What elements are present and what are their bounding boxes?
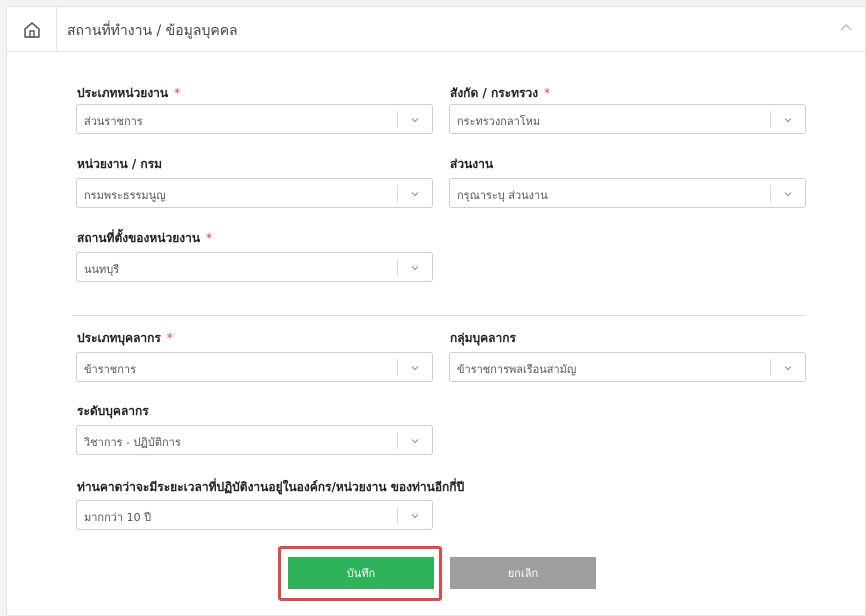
location-value: นนทบุรี — [84, 263, 120, 276]
select-separator — [770, 359, 771, 376]
expected-years-select[interactable]: มากกว่า 10 ปี — [76, 500, 433, 530]
required-mark: * — [544, 86, 551, 100]
personnel-group-value: ข้าราชการพลเรือนสามัญ — [457, 363, 577, 376]
division-select[interactable]: กรุณาระบุ ส่วนงาน — [449, 178, 806, 208]
chevron-down-icon — [411, 192, 419, 197]
division-label: ส่วนงาน — [450, 157, 494, 171]
required-mark: * — [206, 231, 213, 245]
select-separator — [397, 359, 398, 376]
ministry-select[interactable]: กระทรวงกลาโหม — [449, 104, 806, 134]
department-select[interactable]: กรมพระธรรมนูญ — [76, 178, 433, 208]
select-separator — [397, 432, 398, 449]
personnel-level-value: วิชาการ - ปฏิบัติการ — [84, 436, 181, 449]
select-separator — [770, 111, 771, 128]
personnel-type-label: ประเภทบุคลากร * — [77, 331, 173, 345]
expected-years-value: มากกว่า 10 ปี — [84, 511, 152, 524]
select-separator — [397, 185, 398, 202]
required-mark: * — [166, 331, 173, 345]
location-select[interactable]: นนทบุรี — [76, 252, 433, 282]
chevron-down-icon — [784, 118, 792, 123]
department-label: หน่วยงาน / กรม — [77, 157, 163, 171]
select-separator — [770, 185, 771, 202]
personnel-level-select[interactable]: วิชาการ - ปฏิบัติการ — [76, 425, 433, 455]
chevron-down-icon — [411, 514, 419, 519]
division-value: กรุณาระบุ ส่วนงาน — [457, 189, 548, 202]
personnel-group-label: กลุ่มบุคลากร — [450, 331, 516, 345]
select-separator — [397, 111, 398, 128]
panel-header[interactable]: สถานที่ทำงาน / ข้อมูลบุคคล — [7, 7, 865, 52]
personnel-group-select[interactable]: ข้าราชการพลเรือนสามัญ — [449, 352, 806, 382]
ministry-label: สังกัด / กระทรวง * — [450, 86, 551, 100]
chevron-down-icon — [411, 439, 419, 444]
org-type-select[interactable]: ส่วนราชการ — [76, 104, 433, 134]
personnel-type-value: ข้าราชการ — [84, 363, 136, 376]
chevron-down-icon — [411, 118, 419, 123]
section-divider — [72, 315, 806, 316]
personnel-type-select[interactable]: ข้าราชการ — [76, 352, 433, 382]
org-type-value: ส่วนราชการ — [84, 115, 143, 128]
chevron-down-icon — [784, 366, 792, 371]
cancel-button[interactable]: ยกเลิก — [450, 557, 596, 589]
org-type-label: ประเภทหน่วยงาน * — [77, 86, 181, 100]
ministry-value: กระทรวงกลาโหม — [457, 115, 541, 128]
breadcrumb: สถานที่ทำงาน / ข้อมูลบุคคล — [67, 23, 238, 39]
home-button[interactable] — [7, 7, 57, 52]
chevron-up-icon[interactable] — [837, 19, 855, 37]
expected-years-label: ท่านคาดว่าจะมีระยะเวลาที่ปฏิบัติงานอยู่ใ… — [77, 480, 465, 494]
select-separator — [397, 259, 398, 276]
chevron-down-icon — [784, 192, 792, 197]
chevron-down-icon — [411, 266, 419, 271]
personnel-level-label: ระดับบุคลากร — [77, 404, 149, 418]
save-button[interactable]: บันทึก — [288, 557, 434, 589]
location-label: สถานที่ตั้งของหน่วยงาน * — [77, 231, 213, 245]
select-separator — [397, 507, 398, 524]
home-icon — [23, 21, 40, 38]
department-value: กรมพระธรรมนูญ — [84, 189, 166, 202]
required-mark: * — [174, 86, 181, 100]
chevron-down-icon — [411, 366, 419, 371]
